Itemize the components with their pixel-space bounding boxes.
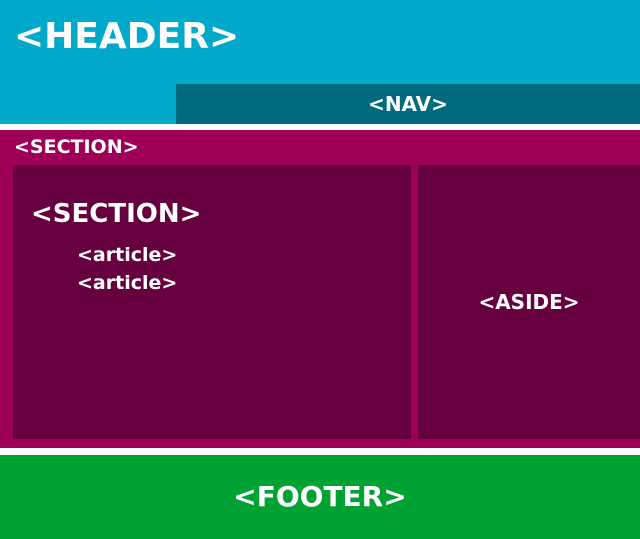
article-label: <article> <box>77 272 178 294</box>
nav-label: <NAV> <box>368 92 448 116</box>
footer-region: <FOOTER> <box>0 455 640 539</box>
section-inner-region: <SECTION> <article> <article> <box>13 165 411 439</box>
section-inner-label: <SECTION> <box>31 199 202 229</box>
aside-label: <ASIDE> <box>478 290 580 314</box>
nav-region: <NAV> <box>176 84 640 124</box>
article-list: <article> <article> <box>77 241 177 297</box>
footer-label: <FOOTER> <box>233 480 407 513</box>
section-outer-label: <SECTION> <box>14 136 139 158</box>
aside-region: <ASIDE> <box>418 165 640 439</box>
header-label: <HEADER> <box>14 16 240 57</box>
article-label: <article> <box>77 244 178 266</box>
